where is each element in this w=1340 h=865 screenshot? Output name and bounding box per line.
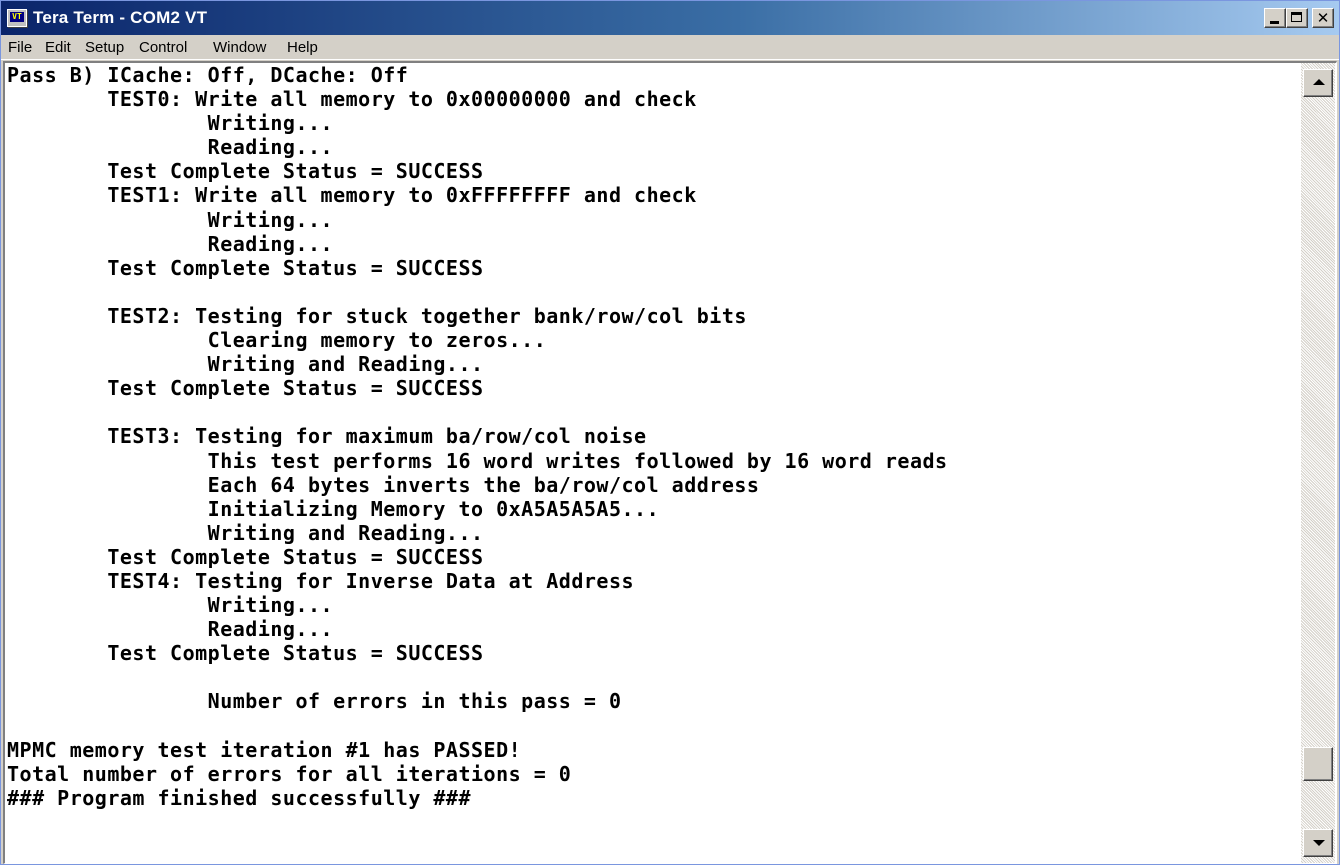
terminal-line: Writing... <box>7 111 334 136</box>
terminal-line: TEST2: Testing for stuck together bank/r… <box>7 303 747 328</box>
vertical-scrollbar[interactable] <box>1301 63 1335 863</box>
terminal-output: Pass B) ICache: Off, DCache: Off TEST0: … <box>7 63 1297 810</box>
maximize-icon <box>1291 12 1302 22</box>
terminal-line: Test Complete Status = SUCCESS <box>7 159 484 184</box>
terminal-line: Writing and Reading... <box>7 352 484 377</box>
menu-control[interactable]: Control <box>139 39 187 56</box>
terminal-line: Test Complete Status = SUCCESS <box>7 255 484 280</box>
terminal-line: TEST4: Testing for Inverse Data at Addre… <box>7 568 635 593</box>
close-icon: ✕ <box>1316 9 1330 27</box>
terminal-line: Test Complete Status = SUCCESS <box>7 544 484 569</box>
menu-edit[interactable]: Edit <box>45 39 71 56</box>
terminal-line: Initializing Memory to 0xA5A5A5A5... <box>7 496 660 521</box>
terminal-line: Writing... <box>7 207 334 232</box>
window-title: Tera Term - COM2 VT <box>33 8 208 27</box>
menu-window[interactable]: Window <box>213 39 266 56</box>
terminal-line: Clearing memory to zeros... <box>7 328 547 353</box>
teraterm-window: VT Tera Term - COM2 VT ✕ File Edit Setup… <box>0 0 1340 865</box>
menu-setup[interactable]: Setup <box>85 39 124 56</box>
terminal-line: TEST3: Testing for maximum ba/row/col no… <box>7 424 647 449</box>
terminal-line: TEST0: Write all memory to 0x00000000 an… <box>7 87 697 112</box>
terminal-line: Reading... <box>7 231 334 256</box>
arrow-up-icon <box>1313 79 1325 85</box>
terminal-line: TEST1: Write all memory to 0xFFFFFFFF an… <box>7 183 697 208</box>
terminal-line: Writing... <box>7 593 334 618</box>
maximize-button[interactable] <box>1286 8 1308 28</box>
terminal-screen[interactable]: Pass B) ICache: Off, DCache: Off TEST0: … <box>7 63 1297 863</box>
title-bar[interactable]: VT Tera Term - COM2 VT ✕ <box>1 1 1339 35</box>
terminal-line: Reading... <box>7 617 334 642</box>
terminal-line: Total number of errors for all iteration… <box>7 761 572 786</box>
terminal-line: ### Program finished successfully ### <box>7 785 472 810</box>
terminal-line: Reading... <box>7 135 334 160</box>
arrow-down-icon <box>1313 840 1325 846</box>
terminal-line: Each 64 bytes inverts the ba/row/col add… <box>7 472 760 497</box>
terminal-line: Test Complete Status = SUCCESS <box>7 376 484 401</box>
terminal-frame: Pass B) ICache: Off, DCache: Off TEST0: … <box>3 61 1337 864</box>
menu-bar: File Edit Setup Control Window Help <box>1 35 1339 60</box>
app-icon-label: VT <box>10 12 24 22</box>
terminal-line: This test performs 16 word writes follow… <box>7 448 948 473</box>
scroll-up-button[interactable] <box>1303 69 1333 97</box>
close-button[interactable]: ✕ <box>1312 8 1334 28</box>
tera-term-app-icon[interactable]: VT <box>7 9 27 27</box>
terminal-line: Test Complete Status = SUCCESS <box>7 641 484 666</box>
minimize-icon <box>1270 21 1279 24</box>
terminal-line: Pass B) ICache: Off, DCache: Off <box>7 63 409 87</box>
minimize-button[interactable] <box>1264 8 1286 28</box>
menu-file[interactable]: File <box>8 39 32 56</box>
terminal-line: MPMC memory test iteration #1 has PASSED… <box>7 737 522 762</box>
terminal-line: Number of errors in this pass = 0 <box>7 689 622 714</box>
scrollbar-thumb[interactable] <box>1303 747 1333 781</box>
terminal-line: Writing and Reading... <box>7 520 484 545</box>
menu-help[interactable]: Help <box>287 39 318 56</box>
scroll-down-button[interactable] <box>1303 829 1333 857</box>
